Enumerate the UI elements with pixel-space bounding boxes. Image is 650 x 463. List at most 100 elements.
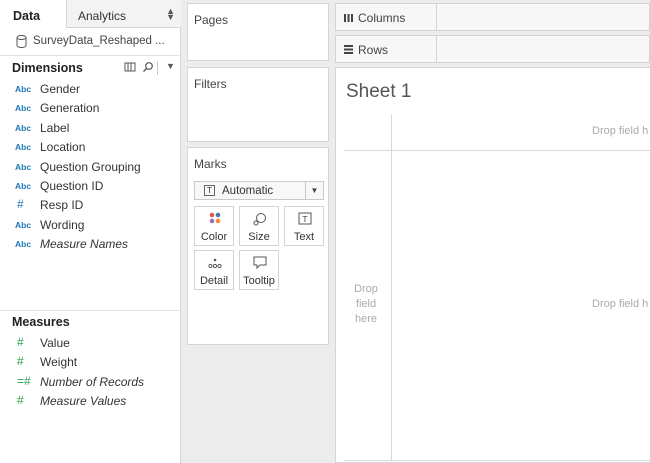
color-label: Color [200,231,228,243]
number-type-icon: # [17,335,24,349]
mark-type-select[interactable]: T Automatic ▼ [194,181,324,200]
drop-left-line-1: Drop [354,283,378,295]
measure-field[interactable]: # Weight [0,353,181,372]
drop-left-line-2: field [355,298,377,310]
dimension-label: Generation [40,101,100,116]
string-type-icon: Abc [15,142,32,153]
drop-zone-center[interactable]: Drop field h [592,298,648,310]
drop-zone-columns[interactable]: Drop field h [592,125,648,137]
dimension-field[interactable]: Abc Wording [0,216,181,235]
measure-field[interactable]: # Measure Values [0,392,181,411]
string-type-icon: Abc [15,84,32,94]
view-toggle-icon[interactable] [124,61,136,73]
detail-button[interactable]: Detail [194,250,234,290]
filters-shelf[interactable]: Filters [187,67,329,142]
color-icon [209,212,221,224]
pane-tabs: Data Analytics ▲ ▼ [0,0,181,28]
tooltip-icon [253,256,267,270]
search-icon[interactable] [142,61,154,73]
text-label: Text [293,231,315,243]
filters-label: Filters [194,77,227,91]
dimensions-heading: Dimensions [12,61,83,75]
measure-label: Number of Records [40,374,145,389]
number-type-icon: =# [17,373,31,388]
dimension-label: Measure Names [40,237,129,252]
text-button[interactable]: T Text [284,206,324,246]
tab-analytics[interactable]: Analytics ▲ ▼ [66,0,181,27]
sheet-title[interactable]: Sheet 1 [346,81,412,103]
string-type-icon: Abc [15,161,32,172]
dimension-field[interactable]: Abc Question ID [0,177,181,196]
dimension-field[interactable]: Abc Generation [0,99,181,118]
tools-divider [157,61,158,75]
number-type-icon: # [17,393,24,408]
dimension-label: Location [40,140,86,155]
datasource-item[interactable]: SurveyData_Reshaped ... [0,28,181,56]
measure-field[interactable]: # Value [0,334,181,353]
tab-analytics-label: Analytics [78,9,127,23]
dimension-label: Gender [40,82,81,96]
section-divider [0,310,181,311]
dimension-field[interactable]: Abc Location [0,138,181,157]
columns-shelf[interactable]: Columns [335,3,650,31]
measure-label: Weight [40,355,78,370]
dimension-field[interactable]: Abc Label [0,119,181,138]
rows-icon [344,45,353,54]
columns-label: Columns [358,11,406,25]
measure-label: Measure Values [40,394,127,409]
pages-label: Pages [194,13,229,27]
tooltip-button[interactable]: Tooltip [239,250,279,290]
dimension-label: Wording [40,217,85,232]
string-type-icon: Abc [15,219,32,230]
pages-shelf[interactable]: Pages [187,3,329,61]
dimension-field[interactable]: Abc Gender [0,80,181,99]
number-type-icon: # [17,354,24,369]
data-pane: Data Analytics ▲ ▼ SurveyData_Reshaped ..… [0,0,181,463]
color-button[interactable]: Color [194,206,234,246]
dimension-label: Question ID [40,179,104,193]
dimension-field[interactable]: Abc Measure Names [0,235,181,254]
datasource-name: SurveyData_Reshaped ... [33,35,165,47]
row-header-divider [391,114,392,460]
dimension-label: Resp ID [40,198,84,213]
detail-icon [208,258,222,269]
database-icon [16,35,27,48]
detail-label: Detail [199,275,229,287]
size-icon [253,213,266,226]
string-type-icon: Abc [15,122,32,133]
string-type-icon: Abc [15,181,32,191]
measure-label: Value [40,336,70,350]
tab-data[interactable]: Data [0,0,66,28]
dimension-label: Question Grouping [40,159,141,174]
string-type-icon: Abc [15,239,32,250]
size-label: Size [248,231,270,243]
drop-left-line-3: here [354,313,378,325]
measure-field[interactable]: =# Number of Records [0,373,181,392]
text-mark-icon: T [204,185,215,196]
column-header-divider [344,150,650,151]
string-type-icon: Abc [15,103,32,114]
measures-heading: Measures [12,315,70,329]
chevron-down-icon[interactable]: ▼ [305,182,323,199]
dimension-field[interactable]: Abc Question Grouping [0,158,181,177]
dropdown-arrow-icon[interactable]: ▼ [166,61,175,71]
marks-label: Marks [194,157,227,171]
rows-label: Rows [358,43,389,57]
columns-label-area: Columns [336,4,437,30]
bottom-divider [344,460,650,461]
svg-text:T: T [302,215,308,224]
number-type-icon: # [17,197,24,212]
dimension-field[interactable]: # Resp ID [0,196,181,215]
tooltip-label: Tooltip [243,275,275,287]
size-button[interactable]: Size [239,206,279,246]
columns-icon [344,14,353,22]
text-icon: T [298,212,312,225]
worksheet-canvas: Sheet 1 Drop field h Drop field h Drop f… [335,67,650,463]
dimension-label: Label [40,120,70,135]
rows-shelf[interactable]: Rows [335,35,650,63]
rows-label-area: Rows [336,36,437,62]
mark-type-value: Automatic [222,185,274,197]
marks-card: Marks T Automatic ▼ Color Size T Text De… [187,147,329,345]
updown-arrows-icon[interactable]: ▲ ▼ [166,7,175,22]
drop-zone-rows[interactable]: Drop field here [342,282,390,327]
